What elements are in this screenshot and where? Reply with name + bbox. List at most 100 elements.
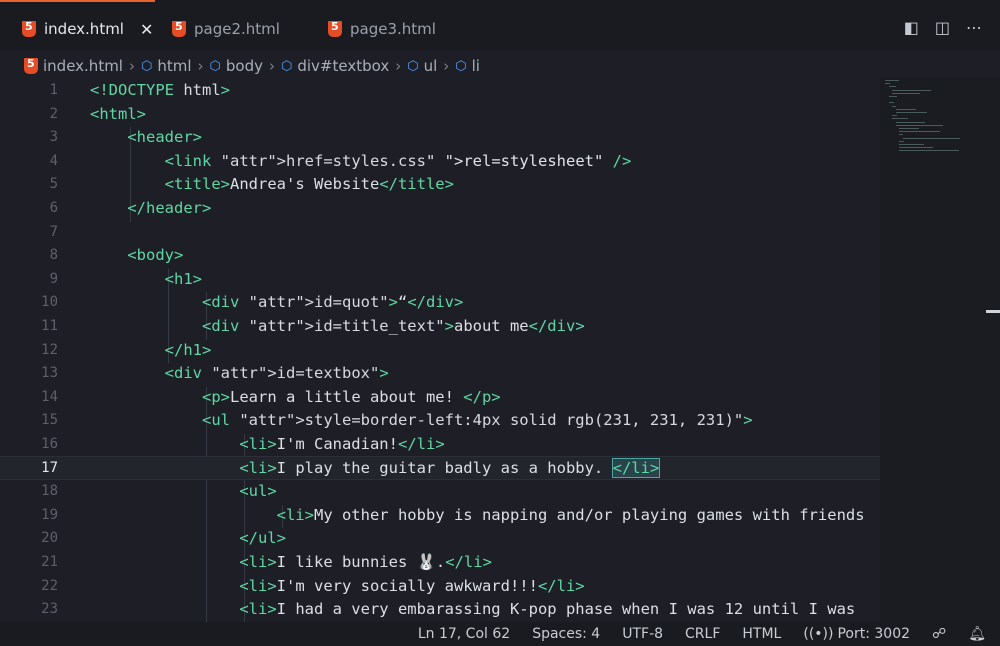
code-text: <li>I play the guitar badly as a hobby. … [239, 457, 661, 478]
code-line[interactable]: 16 <li>I'm Canadian!</li> [0, 432, 880, 456]
code-line[interactable]: 4 <link "attr">href=styles.css" ">rel=st… [0, 149, 880, 173]
minimap-line [899, 134, 903, 136]
code-line[interactable]: 21 <li>I like bunnies 🐰.</li> [0, 550, 880, 574]
line-number: 16 [41, 436, 58, 452]
line-number: 23 [41, 601, 58, 618]
close-icon[interactable]: ✕ [140, 20, 153, 39]
code-text: <link "attr">href=styles.css" ">rel=styl… [164, 151, 632, 170]
line-number: 13 [41, 365, 58, 382]
code-line[interactable]: 11 <div "attr">id=title_text">about me</… [0, 314, 880, 338]
html5-icon [172, 20, 186, 37]
minimap-line [885, 83, 891, 85]
split-preview-icon[interactable]: ◧ [904, 18, 919, 37]
code-line[interactable]: 2 <html> [0, 102, 880, 126]
chevron-right-icon: › [128, 57, 135, 75]
code-line[interactable]: 19 <li>My other hobby is napping and/or … [0, 503, 880, 527]
element-cube-icon: ⬡ [209, 58, 221, 74]
code-line[interactable]: 8 <body> [0, 243, 880, 267]
scrollbar-marker[interactable] [986, 310, 1000, 320]
tab-bar: index.html ✕ page2.html page3.html ◧ ◫ ⋯ [0, 0, 1000, 50]
element-cube-icon: ⬡ [455, 58, 467, 74]
breadcrumb-item[interactable]: ⬡ body [210, 57, 263, 75]
breadcrumb-item[interactable]: index.html [24, 57, 123, 75]
minimap-line [892, 115, 897, 117]
code-line[interactable]: 22 <li>I'm very socially awkward!!!</li> [0, 574, 880, 598]
chevron-right-icon: › [197, 57, 204, 75]
code-line[interactable]: 14 <p>Learn a little about me! </p> [0, 385, 880, 409]
code-line[interactable]: 10 <div "attr">id=quot">“</div> [0, 290, 880, 314]
code-line[interactable]: 18 <ul> [0, 479, 880, 503]
code-text: <ul> [239, 482, 277, 501]
tab-index-html[interactable]: index.html ✕ [22, 8, 153, 50]
code-line[interactable]: 23 <li>I had a very embarassing K-pop ph… [0, 597, 880, 621]
tab-page2-html[interactable]: page2.html [172, 8, 280, 50]
code-text: <h1> [164, 269, 202, 288]
code-line[interactable]: 7 [0, 220, 880, 244]
encoding[interactable]: UTF-8 [622, 626, 663, 642]
breadcrumb: index.html › ⬡ html › ⬡ body › ⬡ div#tex… [24, 54, 480, 78]
active-tab-indicator [0, 0, 155, 2]
code-line[interactable]: 13 <div "attr">id=textbox"> [0, 361, 880, 385]
element-cube-icon: ⬡ [140, 58, 153, 74]
line-number: 10 [41, 294, 58, 311]
code-line[interactable]: 15 <ul "attr">style=border-left:4px soli… [0, 408, 880, 432]
code-line[interactable]: 3 <header> [0, 125, 880, 149]
line-ending[interactable]: CRLF [685, 626, 720, 642]
indentation[interactable]: Spaces: 4 [532, 626, 600, 642]
code-text: <body> [127, 246, 184, 265]
code-line[interactable]: 6 </header> [0, 196, 880, 220]
cursor-position[interactable]: Ln 17, Col 62 [418, 626, 510, 642]
minimap-line [903, 137, 960, 139]
minimap-line [899, 144, 924, 145]
code-text: <li>I'm Canadian!</li> [239, 435, 445, 453]
line-number: 17 [41, 459, 58, 476]
minimap-line [899, 140, 904, 142]
minimap-line [895, 124, 944, 126]
chevron-right-icon: › [443, 57, 450, 75]
minimap-line [888, 96, 897, 97]
code-line[interactable]: 12 </h1> [0, 338, 880, 362]
code-text: <li>I like bunnies 🐰.</li> [239, 553, 492, 571]
line-number: 14 [41, 388, 58, 405]
code-text: <p>Learn a little about me! </p> [201, 387, 501, 406]
live-server-port[interactable]: ((•)) Port: 3002 [803, 626, 910, 642]
broadcast-icon: ((•)) [803, 626, 834, 642]
html5-icon [24, 57, 38, 74]
breadcrumb-item[interactable]: ⬡ ul [407, 57, 437, 75]
language-mode[interactable]: HTML [742, 626, 781, 642]
minimap-line [899, 150, 959, 152]
line-number: 6 [49, 200, 58, 216]
split-editor-icon[interactable]: ◫ [935, 18, 950, 37]
minimap-line [885, 80, 899, 81]
breadcrumb-item[interactable]: ⬡ li [455, 57, 480, 75]
minimap[interactable] [880, 78, 1000, 622]
minimap-line [892, 89, 931, 91]
code-editor[interactable]: 1 <!DOCTYPE html> 2 <html> 3 <header> 4 <link… [0, 78, 880, 623]
code-text: <header> [127, 128, 202, 147]
code-text: <div "attr">id=title_text">about me</div… [201, 317, 585, 335]
line-number: 22 [41, 577, 58, 594]
chevron-right-icon: › [268, 57, 275, 75]
line-number: 8 [49, 247, 58, 264]
tab-page3-html[interactable]: page3.html [328, 8, 436, 50]
code-line[interactable]: 5 <title>Andrea's Website</title> [0, 172, 880, 196]
line-number: 9 [49, 270, 58, 287]
code-text: </header> [127, 199, 212, 217]
code-line[interactable]: 9 <h1> [0, 267, 880, 291]
line-number: 15 [41, 412, 58, 429]
minimap-line [895, 112, 928, 113]
bell-icon[interactable]: 🔔︎ [968, 626, 986, 642]
minimap-line [899, 128, 920, 129]
breadcrumb-item[interactable]: ⬡ html [141, 57, 192, 75]
code-line[interactable]: 17 <li>I play the guitar badly as a hobb… [0, 455, 880, 480]
breadcrumb-item[interactable]: ⬡ div#textbox [281, 57, 389, 75]
code-text: <li>My other hobby is napping and/or pla… [276, 505, 865, 524]
code-line[interactable]: 1 <!DOCTYPE html> [0, 78, 880, 102]
line-number: 5 [49, 176, 58, 193]
code-line[interactable]: 20 </ul> [0, 526, 880, 550]
editor-actions: ◧ ◫ ⋯ [904, 18, 982, 37]
feedback-icon[interactable]: ☍ [932, 626, 946, 642]
minimap-line [899, 131, 940, 133]
more-icon[interactable]: ⋯ [966, 18, 982, 37]
status-bar: Ln 17, Col 62 Spaces: 4 UTF-8 CRLF HTML … [0, 622, 1000, 646]
